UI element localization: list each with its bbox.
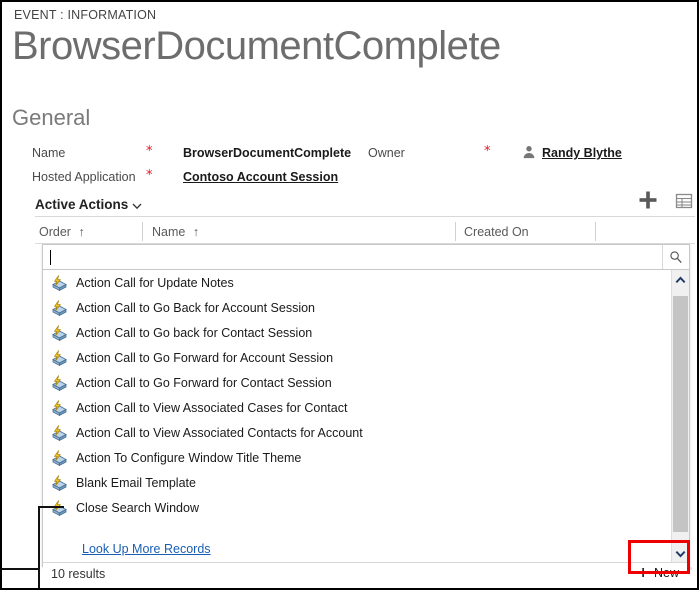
lookup-search-row: [43, 245, 689, 270]
column-separator: [595, 222, 596, 241]
lookup-result-item[interactable]: Action Call to Go Forward for Contact Se…: [43, 370, 689, 395]
annotation-callout-line-vertical: [38, 506, 40, 590]
required-indicator-hosted-application: *: [146, 169, 153, 182]
annotation-callout-line-base: [2, 568, 40, 570]
action-call-icon: [51, 475, 68, 491]
lookup-result-label: Action Call to Go Forward for Account Se…: [76, 351, 333, 365]
lookup-result-item[interactable]: Blank Email Template: [43, 470, 689, 495]
column-header-name-label: Name: [152, 225, 185, 239]
look-up-more-records-link[interactable]: Look Up More Records: [82, 542, 211, 556]
lookup-results-list[interactable]: Action Call for Update Notes Action Call …: [43, 270, 689, 541]
lookup-result-item[interactable]: Action Call to View Associated Cases for…: [43, 395, 689, 420]
action-call-icon: [51, 325, 68, 341]
sort-ascending-icon: ↑: [78, 225, 84, 239]
action-call-icon: [51, 450, 68, 466]
toolbar-divider: [35, 216, 695, 217]
person-icon: [522, 145, 536, 159]
column-header-created-on[interactable]: Created On: [464, 225, 529, 239]
lookup-result-item[interactable]: Action Call to Go back for Contact Sessi…: [43, 320, 689, 345]
grid-view-icon[interactable]: [675, 192, 693, 210]
column-separator: [142, 222, 143, 241]
search-icon: [669, 250, 683, 264]
lookup-result-label: Blank Email Template: [76, 476, 196, 490]
action-call-icon: [51, 350, 68, 366]
sort-ascending-icon: ↑: [193, 225, 199, 239]
lookup-result-label: Action Call for Update Notes: [76, 276, 234, 290]
required-indicator-name: *: [146, 145, 153, 158]
action-call-icon: [51, 275, 68, 291]
action-call-icon: [51, 400, 68, 416]
chevron-up-icon: [674, 274, 687, 287]
field-value-name: BrowserDocumentComplete: [183, 146, 351, 160]
text-cursor: [50, 250, 51, 265]
action-call-icon: [51, 300, 68, 316]
lookup-more-row: Look Up More Records: [43, 541, 689, 563]
screenshot-root: EVENT : INFORMATION BrowserDocumentCompl…: [0, 0, 699, 590]
column-header-order[interactable]: Order ↑: [39, 225, 85, 239]
action-call-icon: [51, 425, 68, 441]
lookup-result-item[interactable]: Action Call to Go Forward for Account Se…: [43, 345, 689, 370]
lookup-result-label: Action Call to View Associated Contacts …: [76, 426, 363, 440]
scrollbar-thumb[interactable]: [673, 296, 688, 532]
column-header-created-on-label: Created On: [464, 225, 529, 239]
lookup-result-label: Close Search Window: [76, 501, 199, 515]
lookup-result-label: Action Call to Go back for Contact Sessi…: [76, 326, 312, 340]
lookup-result-label: Action To Configure Window Title Theme: [76, 451, 301, 465]
field-label-hosted-application-clip: Hosted Application: [32, 170, 141, 188]
plus-icon[interactable]: [637, 189, 659, 211]
required-indicator-owner: *: [484, 145, 491, 158]
scroll-up-button[interactable]: [672, 270, 689, 290]
field-label-hosted-application: Hosted Application: [32, 170, 136, 184]
search-input[interactable]: [49, 248, 649, 266]
lookup-panel-footer: [43, 563, 689, 588]
lookup-result-item[interactable]: Action Call to View Associated Contacts …: [43, 420, 689, 445]
lookup-result-item[interactable]: Close Search Window: [43, 495, 689, 520]
plus-icon: +: [637, 566, 649, 580]
column-header-order-label: Order: [39, 225, 71, 239]
chevron-down-icon[interactable]: [131, 200, 143, 212]
lookup-result-label: Action Call to View Associated Cases for…: [76, 401, 347, 415]
lookup-dropdown-panel: Action Call for Update Notes Action Call …: [42, 244, 690, 567]
new-button-label: New: [654, 566, 679, 580]
lookup-result-label: Action Call to Go Forward for Contact Se…: [76, 376, 332, 390]
field-value-owner-link[interactable]: Randy Blythe: [542, 146, 622, 160]
vertical-scrollbar[interactable]: [671, 270, 689, 563]
record-type-breadcrumb: EVENT : INFORMATION: [14, 8, 156, 22]
action-call-icon: [51, 375, 68, 391]
lookup-result-item[interactable]: Action To Configure Window Title Theme: [43, 445, 689, 470]
page-title: BrowserDocumentComplete: [12, 22, 501, 70]
subgrid-title-active-actions[interactable]: Active Actions: [35, 197, 128, 212]
field-value-hosted-application-link[interactable]: Contoso Account Session: [183, 170, 338, 184]
results-count-label: 10 results: [51, 567, 105, 581]
search-button[interactable]: [662, 245, 689, 269]
lookup-result-item[interactable]: Action Call for Update Notes: [43, 270, 689, 295]
column-separator: [455, 222, 456, 241]
lookup-result-item[interactable]: Action Call to Go Back for Account Sessi…: [43, 295, 689, 320]
field-label-owner: Owner: [368, 146, 405, 160]
column-header-name[interactable]: Name ↑: [152, 225, 199, 239]
section-title-general: General: [12, 105, 90, 131]
new-button[interactable]: + New: [633, 564, 683, 582]
action-call-icon: [51, 500, 68, 516]
lookup-result-label: Action Call to Go Back for Account Sessi…: [76, 301, 315, 315]
field-label-name: Name: [32, 146, 65, 160]
